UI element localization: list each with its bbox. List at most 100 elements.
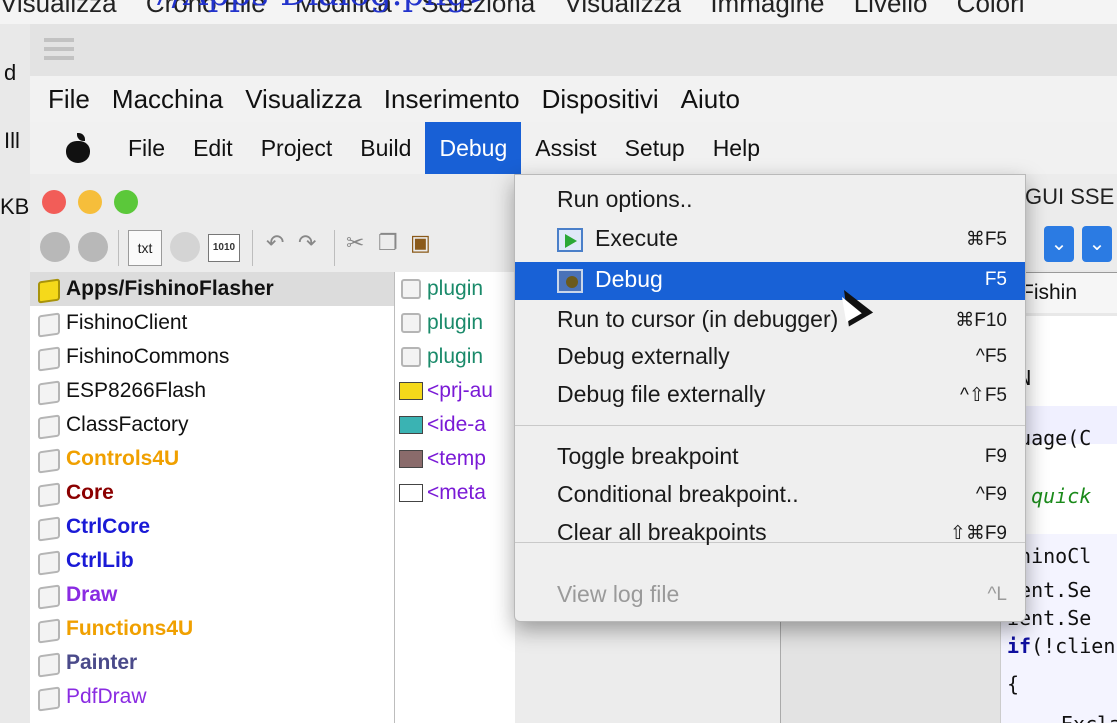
background-app-menubar: Visualizza Crono File Modifica Seleziona… — [0, 0, 1117, 24]
file-item[interactable]: plugin — [395, 306, 515, 340]
debug-menu-shortcut: ^L — [987, 584, 1007, 605]
debug-menu-item[interactable]: Debug file externally ^⇧F5 — [515, 377, 1025, 415]
debug-menu-item[interactable]: Toggle breakpoint F9 — [515, 439, 1025, 477]
debug-menu-label: Debug file externally — [557, 381, 766, 407]
file-item[interactable]: <ide-a — [395, 408, 515, 442]
chevron-down-icon[interactable]: ⌄ — [1044, 226, 1074, 262]
paste-icon[interactable]: ▣ — [410, 230, 431, 256]
cut-icon[interactable]: ✂ — [346, 230, 364, 256]
debug-menu-item[interactable]: Run to cursor (in debugger) ⌘F10 — [515, 302, 1025, 340]
vm-menu-macchina[interactable]: Macchina — [112, 84, 223, 115]
debug-menu-shortcut: F5 — [984, 269, 1007, 290]
package-item[interactable]: CtrlCore — [30, 510, 394, 544]
package-icon — [34, 550, 62, 576]
binary-button[interactable]: 1010 — [208, 234, 240, 262]
package-item[interactable]: Painter — [30, 646, 394, 680]
menu-edit[interactable]: Edit — [179, 122, 247, 174]
vm-menu-dispositivi[interactable]: Dispositivi — [542, 84, 659, 115]
menu-setup[interactable]: Setup — [611, 122, 699, 174]
bg-menu-item: Visualizza — [0, 0, 117, 18]
vm-menu-visualizza[interactable]: Visualizza — [245, 84, 362, 115]
redo-icon[interactable]: ↷ — [298, 230, 316, 256]
editor-tab-active[interactable]: Fishin — [1010, 272, 1117, 313]
debug-icon — [557, 269, 583, 293]
vm-menu-inserimento[interactable]: Inserimento — [384, 84, 520, 115]
chevron-down-icon[interactable]: ⌄ — [1082, 226, 1112, 262]
package-item[interactable]: Functions4U — [30, 612, 394, 646]
package-item[interactable]: FishinoCommons — [30, 340, 394, 374]
debug-menu-shortcut: ⇧⌘F9 — [949, 523, 1007, 544]
package-label: FishinoClient — [66, 311, 188, 334]
package-icon — [34, 584, 62, 610]
debug-menu-item[interactable]: Execute ⌘F5 — [515, 221, 1025, 259]
undo-icon[interactable]: ↶ — [266, 230, 284, 256]
debug-menu-item[interactable]: Run options.. — [515, 182, 1025, 220]
package-item[interactable]: Draw — [30, 578, 394, 612]
package-label: Controls4U — [66, 447, 180, 470]
debug-menu-item[interactable]: Debug F5 — [515, 262, 1025, 300]
bg-edge-text: KB — [0, 194, 30, 219]
package-item[interactable]: Apps/FishinoFlasher — [30, 272, 394, 306]
menu-assist[interactable]: Assist — [521, 122, 610, 174]
package-icon — [34, 448, 62, 474]
package-item[interactable]: ClassFactory — [30, 408, 394, 442]
menu-help[interactable]: Help — [699, 122, 774, 174]
file-label: <prj-au — [427, 379, 493, 402]
package-item[interactable]: Core — [30, 476, 394, 510]
hamburger-icon[interactable] — [44, 38, 74, 60]
copy-icon[interactable]: ❐ — [378, 230, 398, 256]
package-icon — [34, 652, 62, 678]
menu-separator — [515, 425, 1025, 426]
close-window-button[interactable] — [42, 190, 66, 214]
file-item[interactable]: <meta — [395, 476, 515, 510]
zoom-window-button[interactable] — [114, 190, 138, 214]
file-type-icon — [399, 484, 423, 502]
package-label: Apps/FishinoFlasher — [66, 277, 274, 300]
debug-menu-label: Conditional breakpoint.. — [557, 481, 799, 507]
debug-menu-item[interactable]: Conditional breakpoint.. ^F9 — [515, 477, 1025, 515]
debug-menu-label: View log file — [557, 581, 680, 607]
menu-project[interactable]: Project — [247, 122, 347, 174]
file-item[interactable]: <prj-au — [395, 374, 515, 408]
debug-menu-item[interactable]: Debug externally ^F5 — [515, 339, 1025, 377]
bg-menu-item: Colori — [956, 0, 1025, 18]
vm-menu-file[interactable]: File — [48, 84, 90, 115]
package-label: CtrlCore — [66, 515, 151, 538]
bg-edge-text: d — [4, 60, 17, 85]
file-label: plugin — [427, 277, 484, 300]
menu-build[interactable]: Build — [346, 122, 425, 174]
package-label: ClassFactory — [66, 413, 189, 436]
debug-menu-label: Run to cursor (in debugger) — [557, 306, 839, 332]
vm-menu-aiuto[interactable]: Aiuto — [681, 84, 740, 115]
package-item[interactable]: ESP8266Flash — [30, 374, 394, 408]
package-item[interactable]: CtrlLib — [30, 544, 394, 578]
package-item[interactable]: FishinoClient — [30, 306, 394, 340]
package-label: Core — [66, 481, 114, 504]
debug-menu-label: Run options.. — [557, 186, 693, 212]
minimize-window-button[interactable] — [78, 190, 102, 214]
package-icon — [34, 380, 62, 406]
plugin-icon — [399, 279, 423, 299]
debug-menu-label: Debug externally — [557, 343, 730, 369]
background-link: 7/Apps-Dialog.png> — [150, 0, 496, 14]
package-icon — [34, 618, 62, 644]
file-type-icon — [399, 382, 423, 400]
apple-icon[interactable] — [64, 133, 92, 163]
package-item[interactable]: Controls4U — [30, 442, 394, 476]
text-mode-button[interactable]: txt — [128, 230, 162, 266]
menu-debug[interactable]: Debug — [425, 122, 522, 174]
package-icon[interactable] — [170, 232, 200, 262]
file-item[interactable]: plugin — [395, 272, 515, 306]
debug-menu-item[interactable]: Clear all breakpoints ⇧⌘F9 — [515, 515, 1025, 553]
forward-icon[interactable] — [78, 232, 108, 262]
file-label: plugin — [427, 345, 484, 368]
file-type-icon — [399, 416, 423, 434]
package-label: Draw — [66, 583, 118, 606]
menu-file[interactable]: File — [114, 122, 179, 174]
file-item[interactable]: <temp — [395, 442, 515, 476]
file-item[interactable]: plugin — [395, 340, 515, 374]
code-line: if(!clien — [1007, 634, 1116, 658]
back-icon[interactable] — [40, 232, 70, 262]
package-icon — [34, 414, 62, 440]
package-item[interactable]: PdfDraw — [30, 680, 394, 714]
